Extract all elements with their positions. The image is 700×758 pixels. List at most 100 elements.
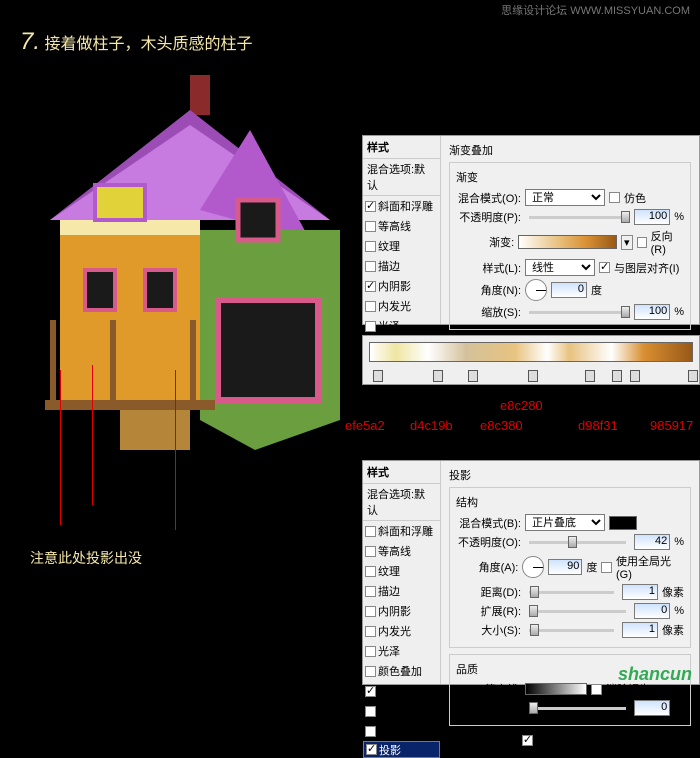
opacity-slider[interactable] bbox=[529, 541, 626, 544]
style-checkbox[interactable] bbox=[365, 586, 376, 597]
reverse-checkbox[interactable] bbox=[637, 237, 647, 248]
panel-header: 投影 bbox=[449, 467, 691, 483]
style-checkbox[interactable] bbox=[365, 321, 376, 332]
size-slider[interactable] bbox=[529, 629, 614, 632]
noise-input[interactable]: 0 bbox=[634, 700, 670, 716]
style-checkbox[interactable] bbox=[365, 526, 376, 537]
contour-label: 等高线: bbox=[456, 681, 521, 697]
style-label: 内阴影 bbox=[378, 603, 411, 619]
gradient-stop[interactable] bbox=[468, 370, 478, 382]
style-checkbox[interactable] bbox=[365, 566, 376, 577]
step-title: 7. 接着做柱子，木头质感的柱子 bbox=[20, 28, 252, 56]
style-checkbox[interactable] bbox=[365, 301, 376, 312]
style-checkbox[interactable] bbox=[365, 706, 376, 717]
angle-label: 角度(N): bbox=[456, 282, 521, 298]
style-checkbox[interactable] bbox=[365, 261, 376, 272]
pct-label: % bbox=[674, 536, 684, 548]
color-swatch[interactable] bbox=[609, 516, 637, 530]
gradient-stop[interactable] bbox=[373, 370, 383, 382]
annotation-line bbox=[60, 370, 61, 525]
gradient-stop-editor[interactable] bbox=[362, 335, 700, 385]
gradient-preview-bar[interactable] bbox=[369, 342, 693, 362]
color-annotation: 985917 bbox=[650, 418, 693, 433]
size-input[interactable]: 1 bbox=[622, 622, 658, 638]
style-item-斜面和浮雕[interactable]: 斜面和浮雕 bbox=[363, 521, 440, 541]
style-label: 描边 bbox=[378, 258, 400, 274]
style-checkbox[interactable] bbox=[365, 241, 376, 252]
scale-input[interactable]: 100 bbox=[634, 304, 670, 320]
style-item-描边[interactable]: 描边 bbox=[363, 256, 440, 276]
style-item-内发光[interactable]: 内发光 bbox=[363, 296, 440, 316]
blend-options-row[interactable]: 混合选项:默认 bbox=[363, 159, 440, 196]
gradient-stop[interactable] bbox=[688, 370, 698, 382]
opacity-slider[interactable] bbox=[529, 216, 626, 219]
style-checkbox[interactable] bbox=[365, 686, 376, 697]
style-item-内阴影[interactable]: 内阴影 bbox=[363, 601, 440, 621]
style-item-描边[interactable]: 描边 bbox=[363, 581, 440, 601]
angle-dial[interactable] bbox=[522, 556, 543, 578]
align-checkbox[interactable] bbox=[599, 262, 610, 273]
style-item-外发光[interactable]: 外发光 bbox=[363, 721, 440, 741]
style-checkbox[interactable] bbox=[365, 281, 376, 292]
style-label: 等高线 bbox=[378, 218, 411, 234]
style-item-光泽[interactable]: 光泽 bbox=[363, 641, 440, 661]
blend-options-row[interactable]: 混合选项:默认 bbox=[363, 484, 440, 521]
blend-mode-select[interactable]: 正片叠底 bbox=[525, 514, 605, 531]
dither-checkbox[interactable] bbox=[609, 192, 620, 203]
gradient-label: 渐变: bbox=[456, 234, 514, 250]
style-item-渐变叠加[interactable]: 渐变叠加 bbox=[363, 681, 440, 701]
style-item-斜面和浮雕[interactable]: 斜面和浮雕 bbox=[363, 196, 440, 216]
style-checkbox[interactable] bbox=[365, 221, 376, 232]
shancun-watermark: shancun bbox=[618, 664, 692, 685]
opacity-label: 不透明度(O): bbox=[456, 534, 521, 550]
contour-picker[interactable] bbox=[525, 683, 587, 695]
style-item-纹理[interactable]: 纹理 bbox=[363, 561, 440, 581]
style-checkbox[interactable] bbox=[365, 626, 376, 637]
angle-input[interactable]: 0 bbox=[551, 282, 587, 298]
style-item-图案叠加[interactable]: 图案叠加 bbox=[363, 701, 440, 721]
gradient-stop[interactable] bbox=[630, 370, 640, 382]
global-light-checkbox[interactable] bbox=[601, 562, 612, 573]
style-checkbox[interactable] bbox=[365, 546, 376, 557]
scale-slider[interactable] bbox=[529, 311, 626, 314]
group-label: 渐变 bbox=[456, 169, 684, 185]
angle-input[interactable]: 90 bbox=[548, 559, 583, 575]
blend-mode-select[interactable]: 正常 bbox=[525, 189, 605, 206]
style-checkbox[interactable] bbox=[366, 744, 377, 755]
style-checkbox[interactable] bbox=[365, 201, 376, 212]
angle-dial[interactable] bbox=[525, 279, 547, 301]
style-item-颜色叠加[interactable]: 颜色叠加 bbox=[363, 661, 440, 681]
style-label: 纹理 bbox=[378, 563, 400, 579]
style-item-内发光[interactable]: 内发光 bbox=[363, 621, 440, 641]
gradient-stop[interactable] bbox=[433, 370, 443, 382]
style-checkbox[interactable] bbox=[365, 646, 376, 657]
style-item-纹理[interactable]: 纹理 bbox=[363, 236, 440, 256]
gradient-stop[interactable] bbox=[528, 370, 538, 382]
gradient-picker[interactable] bbox=[518, 235, 617, 249]
spread-input[interactable]: 0 bbox=[634, 603, 670, 619]
gradient-dropdown-icon[interactable]: ▾ bbox=[621, 235, 633, 250]
distance-input[interactable]: 1 bbox=[622, 584, 658, 600]
knockout-checkbox[interactable] bbox=[522, 735, 533, 746]
gradient-stop[interactable] bbox=[612, 370, 622, 382]
style-item-等高线[interactable]: 等高线 bbox=[363, 541, 440, 561]
style-checkbox[interactable] bbox=[365, 666, 376, 677]
style-checkbox[interactable] bbox=[365, 606, 376, 617]
opacity-input[interactable]: 42 bbox=[634, 534, 670, 550]
style-select[interactable]: 线性 bbox=[525, 259, 595, 276]
noise-slider[interactable] bbox=[529, 707, 626, 710]
spread-slider[interactable] bbox=[529, 610, 626, 613]
degree-label: 度 bbox=[586, 559, 597, 575]
style-checkbox[interactable] bbox=[365, 726, 376, 737]
style-label: 光泽 bbox=[378, 643, 400, 659]
antialias-checkbox[interactable] bbox=[591, 684, 602, 695]
gradient-stop[interactable] bbox=[585, 370, 595, 382]
style-item-内阴影[interactable]: 内阴影 bbox=[363, 276, 440, 296]
style-item-光泽[interactable]: 光泽 bbox=[363, 316, 440, 336]
distance-slider[interactable] bbox=[529, 591, 614, 594]
pct-label: % bbox=[674, 605, 684, 617]
style-item-投影[interactable]: 投影 bbox=[363, 741, 440, 758]
annotation-line bbox=[92, 365, 93, 505]
style-item-等高线[interactable]: 等高线 bbox=[363, 216, 440, 236]
opacity-input[interactable]: 100 bbox=[634, 209, 670, 225]
